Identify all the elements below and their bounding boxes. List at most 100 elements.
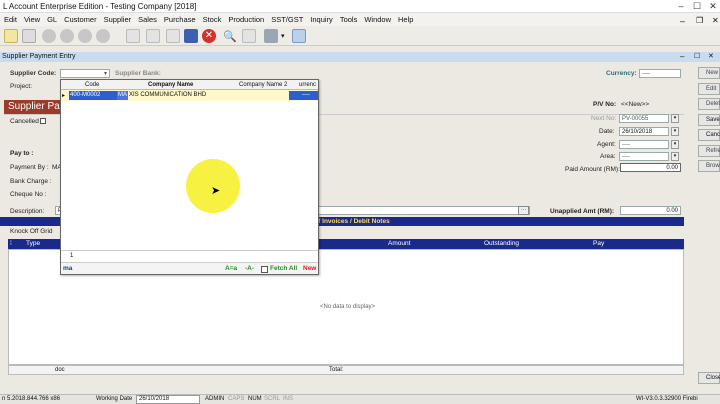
mdi-minimize-icon[interactable]: – <box>676 14 688 26</box>
new-doc-icon[interactable] <box>4 29 18 43</box>
menu-purchase[interactable]: Purchase <box>160 13 199 24</box>
lookup-col-company-name-2[interactable]: Company Name 2 <box>239 82 287 88</box>
grid-col-type[interactable]: Type <box>26 240 40 247</box>
last-record-icon[interactable] <box>96 29 110 43</box>
copy-icon[interactable] <box>146 29 160 43</box>
status-caps: CAPS <box>228 396 245 402</box>
edit-icon[interactable] <box>126 29 140 43</box>
edit-button[interactable]: Edit <box>698 83 720 95</box>
footer-total: Total: <box>329 367 344 373</box>
currency-label: Currency: <box>606 70 637 77</box>
mdi-restore-icon[interactable]: ❐ <box>692 14 706 25</box>
paid-amount-field[interactable]: 0.00 <box>620 163 681 172</box>
next-no-dropdown-icon[interactable]: ▾ <box>671 114 679 123</box>
fetch-all-checkbox[interactable] <box>261 266 268 273</box>
next-no-label: Next No: <box>591 115 617 122</box>
match-toggle[interactable]: -A- <box>245 265 254 272</box>
chevron-down-icon[interactable]: ▾ <box>281 32 285 40</box>
maximize-icon[interactable]: ☐ <box>690 1 704 12</box>
form-minimize-icon[interactable]: – <box>680 52 684 61</box>
menu-sales[interactable]: Sales <box>134 13 160 24</box>
date-dropdown-icon[interactable]: ▾ <box>671 127 679 136</box>
menu-sst-gst[interactable]: SST/GST <box>267 13 306 24</box>
no-data-text: <No data to display> <box>320 304 376 310</box>
close-icon[interactable]: ✕ <box>706 1 720 12</box>
form-title: Supplier Payment Entry <box>2 53 76 60</box>
save-icon[interactable] <box>184 29 198 43</box>
menu-view[interactable]: View <box>20 13 43 24</box>
report-icon[interactable] <box>242 29 256 43</box>
supplier-code-field[interactable]: ▾ <box>60 69 110 78</box>
date-field[interactable]: 26/10/2018 <box>619 127 669 136</box>
row-currency: ---- <box>289 91 318 100</box>
status-version: n 5.2018.844.766 x86 <box>2 396 61 402</box>
bank-charge-label: Bank Charge : <box>10 178 52 185</box>
knock-off-grid-label[interactable]: Knock Off Grid <box>10 228 53 235</box>
lookup-row[interactable]: ▸ 400-M0002 MA XIS COMMUNICATION BHD ---… <box>61 90 318 101</box>
more-icon[interactable]: ··· <box>518 206 529 215</box>
menu-supplier[interactable]: Supplier <box>100 13 135 24</box>
menu-edit[interactable]: Edit <box>0 13 20 24</box>
browse-button[interactable]: Browse <box>698 160 720 172</box>
area-dropdown-icon[interactable]: ▾ <box>671 152 679 161</box>
menu-production[interactable]: Production <box>224 13 267 24</box>
next-record-icon[interactable] <box>78 29 92 43</box>
menu-help[interactable]: Help <box>394 13 416 24</box>
menu-customer[interactable]: Customer <box>60 13 100 24</box>
cancel-icon[interactable]: ✕ <box>202 29 216 43</box>
status-ins: INS <box>283 396 294 402</box>
menu-tools[interactable]: Tools <box>336 13 361 24</box>
mdi-close-icon[interactable]: ✕ <box>708 14 720 25</box>
lookup-header: Code Company Name Company Name 2 urrenc <box>61 80 318 90</box>
print-icon[interactable] <box>264 29 278 43</box>
lookup-new-button[interactable]: New <box>303 265 316 272</box>
row-name: XIS COMMUNICATION BHD <box>129 92 207 98</box>
working-date-field[interactable]: 26/10/2018 <box>136 395 200 404</box>
delete-icon[interactable] <box>166 29 180 43</box>
preview-icon[interactable] <box>292 29 306 43</box>
menu-bar: Edit View GL Customer Supplier Sales Purchase S… <box>0 13 720 26</box>
form-icon[interactable] <box>22 29 36 43</box>
area-label: Area: <box>600 153 616 160</box>
lookup-count-bar: 1 <box>61 250 318 260</box>
search-icon[interactable]: 🔍 <box>223 30 237 43</box>
lookup-col-company-name[interactable]: Company Name <box>148 82 193 88</box>
cancel-button[interactable]: Cancel <box>698 129 720 141</box>
agent-dropdown-icon[interactable]: ▾ <box>671 140 679 149</box>
knock-off-title: ff Invoices / Debit Notes <box>316 218 390 225</box>
cheque-no-label: Cheque No : <box>10 191 47 198</box>
status-scrl: SCRL <box>264 396 281 402</box>
close-button[interactable]: Close <box>698 372 720 384</box>
grid-col-pay[interactable]: Pay <box>593 240 604 247</box>
area-field[interactable]: ---- <box>619 152 669 161</box>
grid-col-amount[interactable]: Amount <box>388 240 410 247</box>
lookup-col-code[interactable]: Code <box>85 82 99 88</box>
grid-col-outstanding[interactable]: Outstanding <box>484 240 519 247</box>
minimize-icon[interactable]: – <box>674 1 688 12</box>
menu-gl[interactable]: GL <box>43 13 60 24</box>
first-record-icon[interactable] <box>42 29 56 43</box>
save-button[interactable]: Save <box>698 114 720 126</box>
lookup-search-input[interactable]: ma <box>63 265 72 272</box>
grid-indicator-icon: ⁞ <box>10 240 12 247</box>
cancelled-checkbox[interactable] <box>40 118 46 124</box>
lookup-search-bar: ma A=a -A- Fetch All New <box>61 262 318 274</box>
form-titlebar: Supplier Payment Entry – ☐ ✕ <box>0 52 720 62</box>
refresh-button[interactable]: Refresh <box>698 145 720 157</box>
form-maximize-icon[interactable]: ☐ <box>694 52 700 60</box>
form-close-icon[interactable]: ✕ <box>708 52 714 60</box>
menu-stock[interactable]: Stock <box>199 13 225 24</box>
currency-field[interactable]: ---- <box>639 69 681 78</box>
menu-window[interactable]: Window <box>360 13 394 24</box>
menu-inquiry[interactable]: Inquiry <box>306 13 336 24</box>
next-no-field[interactable]: PV-00055 <box>619 114 669 123</box>
agent-field[interactable]: ---- <box>619 140 669 149</box>
prev-record-icon[interactable] <box>60 29 74 43</box>
new-button[interactable]: New <box>698 67 720 79</box>
case-toggle[interactable]: A=a <box>225 265 237 272</box>
project-label: Project: <box>10 83 33 90</box>
lookup-col-currency[interactable]: urrenc <box>299 82 316 88</box>
payment-by-label: Payment By : <box>10 164 49 171</box>
delete-button[interactable]: Delete <box>698 98 720 110</box>
grid-footer: doc Total: <box>8 365 684 375</box>
